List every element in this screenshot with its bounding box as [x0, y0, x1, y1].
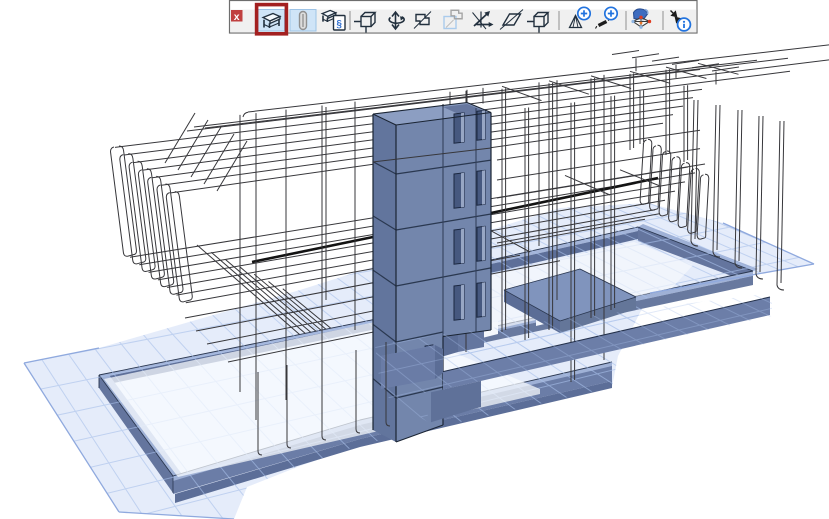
svg-text:x: x — [234, 11, 240, 23]
svg-text:§: § — [336, 19, 342, 30]
